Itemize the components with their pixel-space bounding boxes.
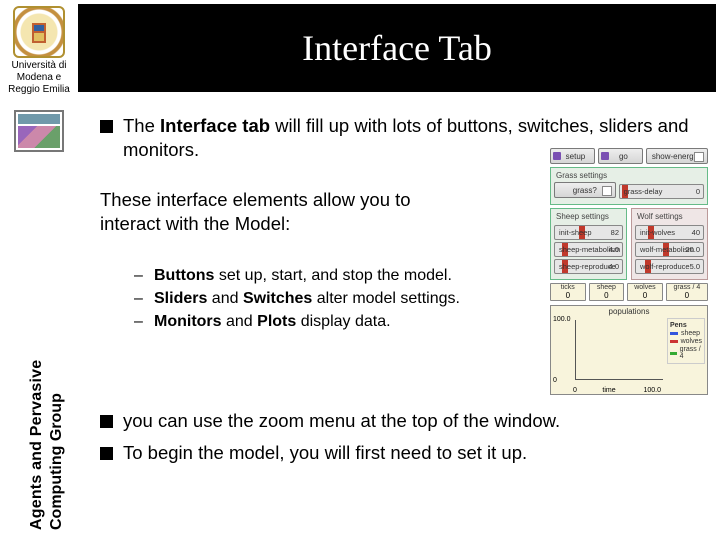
dash-icon: – [134,266,148,287]
sheep-settings-group: Sheep settings init-sheep82 sheep-metabo… [550,208,627,280]
sheep-metabolism-slider[interactable]: sheep-metabolism4.0 [554,242,623,257]
sheep-monitor: sheep0 [589,283,625,301]
bullet-square-icon [100,447,113,460]
bullet-square-icon [100,120,113,133]
dash-icon: – [134,289,148,310]
university-crest-icon [13,6,65,58]
setup-button[interactable]: setup [550,148,595,164]
show-energy-switch[interactable]: show-energy? [646,148,708,164]
wolf-settings-group: Wolf settings init-wolves40 wolf-metabol… [631,208,708,280]
bullet-setup: To begin the model, you will first need … [100,441,704,465]
wolf-reproduce-slider[interactable]: wolf-reproduce5.0 [635,259,704,274]
group-logo-icon [14,110,64,152]
grass-switch[interactable]: grass? [554,182,616,198]
plot-legend: Pens sheep wolves grass / 4 [667,318,705,364]
grass-monitor: grass / 40 [666,283,708,301]
university-name: Università di Modena e Reggio Emilia [0,60,78,104]
populations-plot: populations 100.0 0 0 100.0 time Pens sh… [550,305,708,395]
netlogo-widgets-illustration: setup go show-energy? Grass settings gra… [550,148,708,395]
go-button[interactable]: go [598,148,643,164]
wolves-monitor: wolves0 [627,283,663,301]
title-bar: Interface Tab [78,4,716,92]
group-name: Agents and Pervasive Computing Group [4,284,52,524]
group-name-line1: Agents and Pervasive [28,360,46,530]
grass-settings-group: Grass settings grass? grass-delay0 [550,167,708,205]
wolf-metabolism-slider[interactable]: wolf-metabolism20.0 [635,242,704,257]
ticks-monitor: ticks0 [550,283,586,301]
sheep-reproduce-slider[interactable]: sheep-reproduce4.0 [554,259,623,274]
paragraph-intro: These interface elements allow you to in… [100,188,520,236]
init-wolves-slider[interactable]: init-wolves40 [635,225,704,240]
dash-icon: – [134,312,148,333]
bullet-square-icon [100,415,113,428]
init-sheep-slider[interactable]: init-sheep82 [554,225,623,240]
bullet-zoom: you can use the zoom menu at the top of … [100,409,704,433]
slide-title: Interface Tab [302,27,492,69]
grass-delay-slider[interactable]: grass-delay0 [619,184,704,199]
group-name-line2: Computing Group [48,393,66,530]
sidebar: Università di Modena e Reggio Emilia Age… [0,0,78,540]
